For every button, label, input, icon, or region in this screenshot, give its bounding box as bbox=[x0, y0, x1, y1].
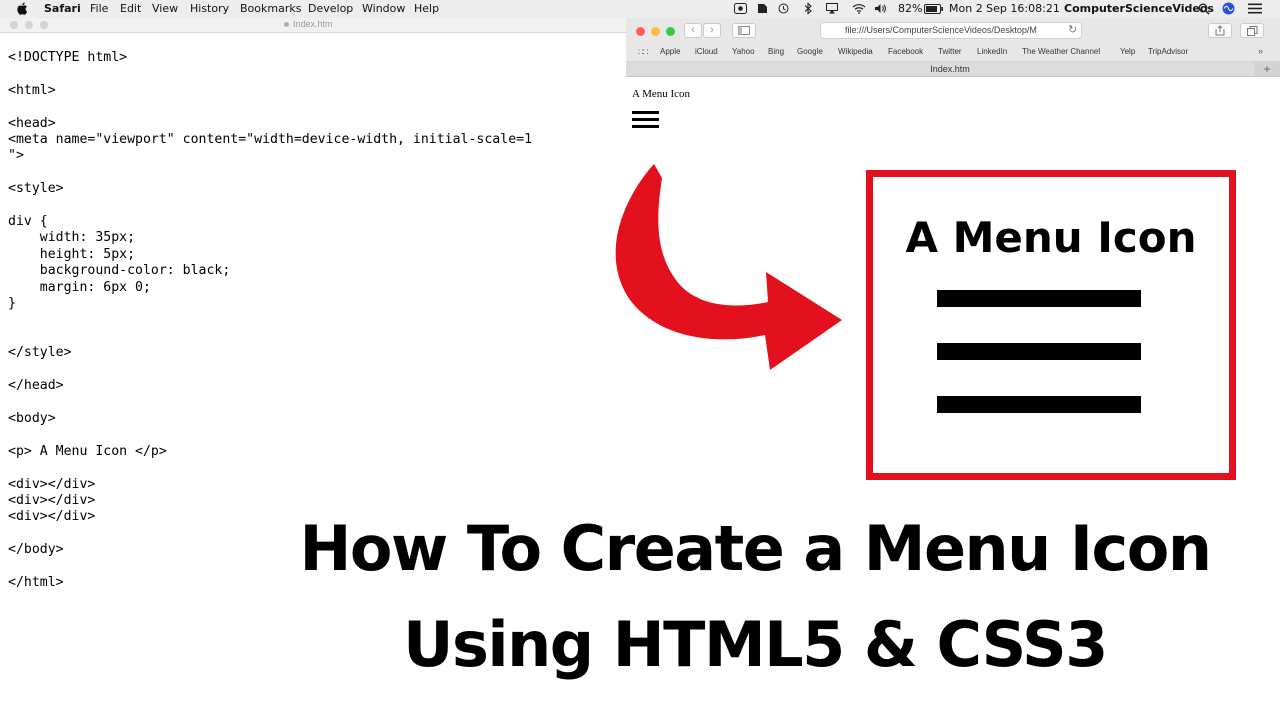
favorite-weather-channel[interactable]: The Weather Channel bbox=[1022, 47, 1100, 56]
new-tab-button[interactable]: + bbox=[1254, 62, 1280, 76]
menu-view[interactable]: View bbox=[152, 2, 178, 16]
battery-percentage: 82% bbox=[898, 2, 923, 15]
more-favorites-icon[interactable]: » bbox=[1258, 46, 1263, 56]
favorite-tripadvisor[interactable]: TripAdvisor bbox=[1148, 47, 1188, 56]
favorite-yahoo[interactable]: Yahoo bbox=[732, 47, 755, 56]
menu-icon-bar bbox=[632, 125, 659, 128]
hamburger-bar bbox=[937, 290, 1141, 307]
favorite-icloud[interactable]: iCloud bbox=[695, 47, 718, 56]
tab-bar: Index.htm + bbox=[626, 62, 1280, 77]
share-icon bbox=[1215, 25, 1225, 36]
reload-icon[interactable]: ↻ bbox=[1068, 22, 1077, 39]
menubar-clock[interactable]: Mon 2 Sep 16:08:21 bbox=[949, 2, 1060, 16]
screen-record-icon[interactable] bbox=[734, 3, 747, 14]
sidebar-icon bbox=[738, 26, 750, 35]
menu-help[interactable]: Help bbox=[414, 2, 439, 16]
tabs-icon bbox=[1246, 25, 1257, 36]
menubar-user[interactable]: ComputerScienceVideos bbox=[1064, 2, 1214, 16]
favorite-google[interactable]: Google bbox=[797, 47, 823, 56]
menu-history[interactable]: History bbox=[190, 2, 229, 16]
favorite-linkedin[interactable]: LinkedIn bbox=[977, 47, 1007, 56]
airplay-icon[interactable] bbox=[826, 3, 838, 14]
caption-line-1: How To Create a Menu Icon bbox=[299, 512, 1212, 585]
time-machine-icon[interactable] bbox=[778, 3, 789, 14]
favorite-apple[interactable]: Apple bbox=[660, 47, 680, 56]
notification-center-icon[interactable] bbox=[1248, 3, 1262, 14]
favorite-yelp[interactable]: Yelp bbox=[1120, 47, 1135, 56]
favorites-bar: ∷∷ Apple iCloud Yahoo Bing Google Wikipe… bbox=[626, 44, 1280, 62]
favorite-twitter[interactable]: Twitter bbox=[938, 47, 962, 56]
safari-zoom-button[interactable] bbox=[666, 27, 675, 36]
editor-close-button[interactable] bbox=[10, 21, 18, 29]
evernote-icon[interactable] bbox=[756, 3, 769, 14]
favorite-wikipedia[interactable]: Wikipedia bbox=[838, 47, 873, 56]
caption-line-2: Using HTML5 & CSS3 bbox=[403, 608, 1108, 681]
address-bar[interactable]: file:///Users/ComputerScienceVideos/Desk… bbox=[820, 22, 1082, 39]
hamburger-bar bbox=[937, 396, 1141, 413]
zoomed-title: A Menu Icon bbox=[905, 213, 1197, 262]
top-sites-grid-icon[interactable]: ∷∷ bbox=[638, 47, 649, 58]
menu-window[interactable]: Window bbox=[362, 2, 405, 16]
menu-bookmarks[interactable]: Bookmarks bbox=[240, 2, 301, 16]
zoomed-preview-box: A Menu Icon bbox=[866, 170, 1236, 480]
siri-icon[interactable] bbox=[1222, 2, 1235, 15]
hamburger-bar bbox=[937, 343, 1141, 360]
menu-edit[interactable]: Edit bbox=[120, 2, 141, 16]
favorite-bing[interactable]: Bing bbox=[768, 47, 784, 56]
editor-title: Index.htm bbox=[284, 19, 333, 29]
editor-minimize-button[interactable] bbox=[25, 21, 33, 29]
forward-button[interactable]: › bbox=[703, 23, 721, 38]
editor-zoom-button[interactable] bbox=[40, 21, 48, 29]
tab-index-htm[interactable]: Index.htm bbox=[626, 62, 1274, 76]
sidebar-toggle-button[interactable] bbox=[732, 23, 756, 38]
spotlight-search-icon[interactable] bbox=[1198, 3, 1210, 15]
curved-arrow-icon bbox=[615, 164, 842, 370]
menu-icon-bar bbox=[632, 118, 659, 121]
safari-close-button[interactable] bbox=[636, 27, 645, 36]
show-tabs-button[interactable] bbox=[1240, 23, 1264, 38]
safari-minimize-button[interactable] bbox=[651, 27, 660, 36]
editor-titlebar[interactable]: Index.htm bbox=[0, 18, 626, 33]
wifi-icon[interactable] bbox=[852, 3, 866, 14]
back-button[interactable]: ‹ bbox=[684, 23, 702, 38]
safari-toolbar: ‹ › file:///Users/ComputerScienceVideos/… bbox=[626, 18, 1280, 44]
share-button[interactable] bbox=[1208, 23, 1232, 38]
rendered-page-text: A Menu Icon bbox=[632, 88, 691, 100]
battery-icon[interactable] bbox=[924, 4, 944, 14]
menu-develop[interactable]: Develop bbox=[308, 2, 353, 16]
edited-dot-icon bbox=[284, 22, 289, 28]
app-menu-safari[interactable]: Safari bbox=[44, 2, 81, 16]
editor-title-text: Index.htm bbox=[293, 19, 333, 29]
favorite-facebook[interactable]: Facebook bbox=[888, 47, 923, 56]
apple-icon[interactable] bbox=[17, 2, 28, 15]
menu-bar: Safari File Edit View History Bookmarks … bbox=[0, 0, 1280, 19]
menu-file[interactable]: File bbox=[90, 2, 108, 16]
volume-icon[interactable] bbox=[874, 3, 886, 14]
bluetooth-icon[interactable] bbox=[804, 2, 812, 15]
menu-icon-bar bbox=[632, 111, 659, 114]
